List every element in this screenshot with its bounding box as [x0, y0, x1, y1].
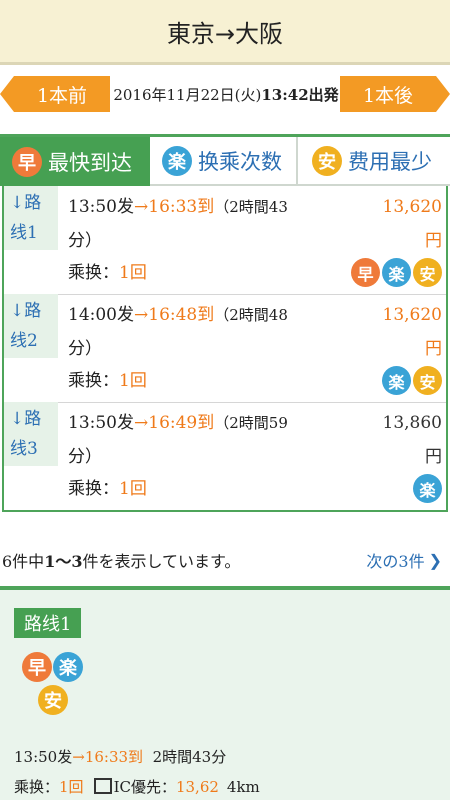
route-row[interactable]: ↓路线3 13:50发→16:49到（2時間59 分） 乘换：1回 13,860 円… — [4, 402, 446, 510]
result-count: 6件中1～3件を表示しています。 — [2, 552, 241, 571]
route-fare: 13,620 円 — [382, 305, 442, 359]
easy-icon: 楽 — [382, 366, 411, 395]
route-link[interactable]: ↓路线2 — [4, 294, 58, 358]
route-badges: 楽 安 — [382, 366, 442, 395]
tab-cheapest[interactable]: 安 费用最少 — [298, 137, 450, 186]
route-times: 13:50发→16:49到（2時間59 分） — [68, 413, 288, 467]
cheap-icon: 安 — [413, 258, 442, 287]
fast-icon: 早 — [22, 652, 52, 682]
page-title: 東京→大阪 — [0, 0, 450, 65]
tab-label: 换乘次数 — [198, 149, 282, 174]
previous-train-button[interactable]: 1本前 — [0, 76, 110, 112]
result-pager: 6件中1～3件を表示しています。 次の3件 ❯ — [0, 540, 450, 580]
ic-card-icon — [93, 778, 112, 794]
time-navigation: 1本前 2016年11月22日(火) 13:42出発 1本後 — [0, 72, 450, 118]
route-fare: 13,860 円 — [382, 413, 442, 467]
sort-tabs: 早 最快到达 楽 换乘次数 安 费用最少 — [0, 134, 450, 186]
detail-transfer: 乘换：1回 IC優先：13,62 4km — [14, 778, 260, 796]
transfer-count: 乘换：1回 — [68, 263, 147, 283]
next-train-button[interactable]: 1本後 — [340, 76, 450, 112]
route-row[interactable]: ↓路线2 14:00发→16:48到（2時間48 分） 乘换：1回 13,620 円… — [4, 294, 446, 403]
fast-icon: 早 — [351, 258, 380, 287]
route-badges: 早 楽 安 — [351, 258, 442, 287]
detail-title: 路线1 — [14, 608, 82, 638]
tab-fewest-transfers[interactable]: 楽 换乘次数 — [150, 137, 298, 186]
departure-time: 13:42出発 — [261, 85, 339, 104]
route-link[interactable]: ↓路线1 — [4, 186, 58, 250]
departure-datetime: 2016年11月22日(火) 13:42出発 — [108, 78, 344, 110]
cheap-icon: 安 — [38, 685, 68, 715]
departure-date: 2016年11月22日(火) — [113, 85, 262, 104]
route-times: 13:50发→16:33到（2時間43 分） — [68, 197, 288, 251]
transfer-count: 乘换：1回 — [68, 479, 147, 499]
easy-icon: 楽 — [413, 474, 442, 503]
easy-icon: 楽 — [162, 145, 192, 176]
cheap-icon: 安 — [312, 145, 342, 176]
tab-label: 费用最少 — [348, 149, 432, 174]
detail-times: 13:50发→16:33到 2時間43分 — [14, 748, 227, 766]
route-list: ↓路线1 13:50发→16:33到（2時間43 分） 乘换：1回 13,620 円… — [2, 186, 448, 512]
easy-icon: 楽 — [53, 652, 83, 682]
detail-badges: 早楽 安 — [22, 652, 92, 718]
route-link[interactable]: ↓路线3 — [4, 402, 58, 466]
easy-icon: 楽 — [382, 258, 411, 287]
cheap-icon: 安 — [413, 366, 442, 395]
route-title: 東京→大阪 — [166, 19, 284, 48]
route-badges: 楽 — [413, 474, 442, 503]
tab-fastest[interactable]: 早 最快到达 — [0, 137, 150, 186]
route-detail: 路线1 早楽 安 13:50发→16:33到 2時間43分 乘换：1回 IC優先：… — [0, 586, 450, 800]
route-row[interactable]: ↓路线1 13:50发→16:33到（2時間43 分） 乘换：1回 13,620 円… — [4, 186, 446, 295]
tab-label: 最快到达 — [48, 150, 132, 175]
transfer-count: 乘换：1回 — [68, 371, 147, 391]
route-fare: 13,620 円 — [382, 197, 442, 251]
chevron-right-icon: ❯ — [428, 550, 442, 570]
route-times: 14:00发→16:48到（2時間48 分） — [68, 305, 288, 359]
fast-icon: 早 — [12, 146, 42, 177]
next-page-link[interactable]: 次の3件 ❯ — [366, 548, 442, 572]
